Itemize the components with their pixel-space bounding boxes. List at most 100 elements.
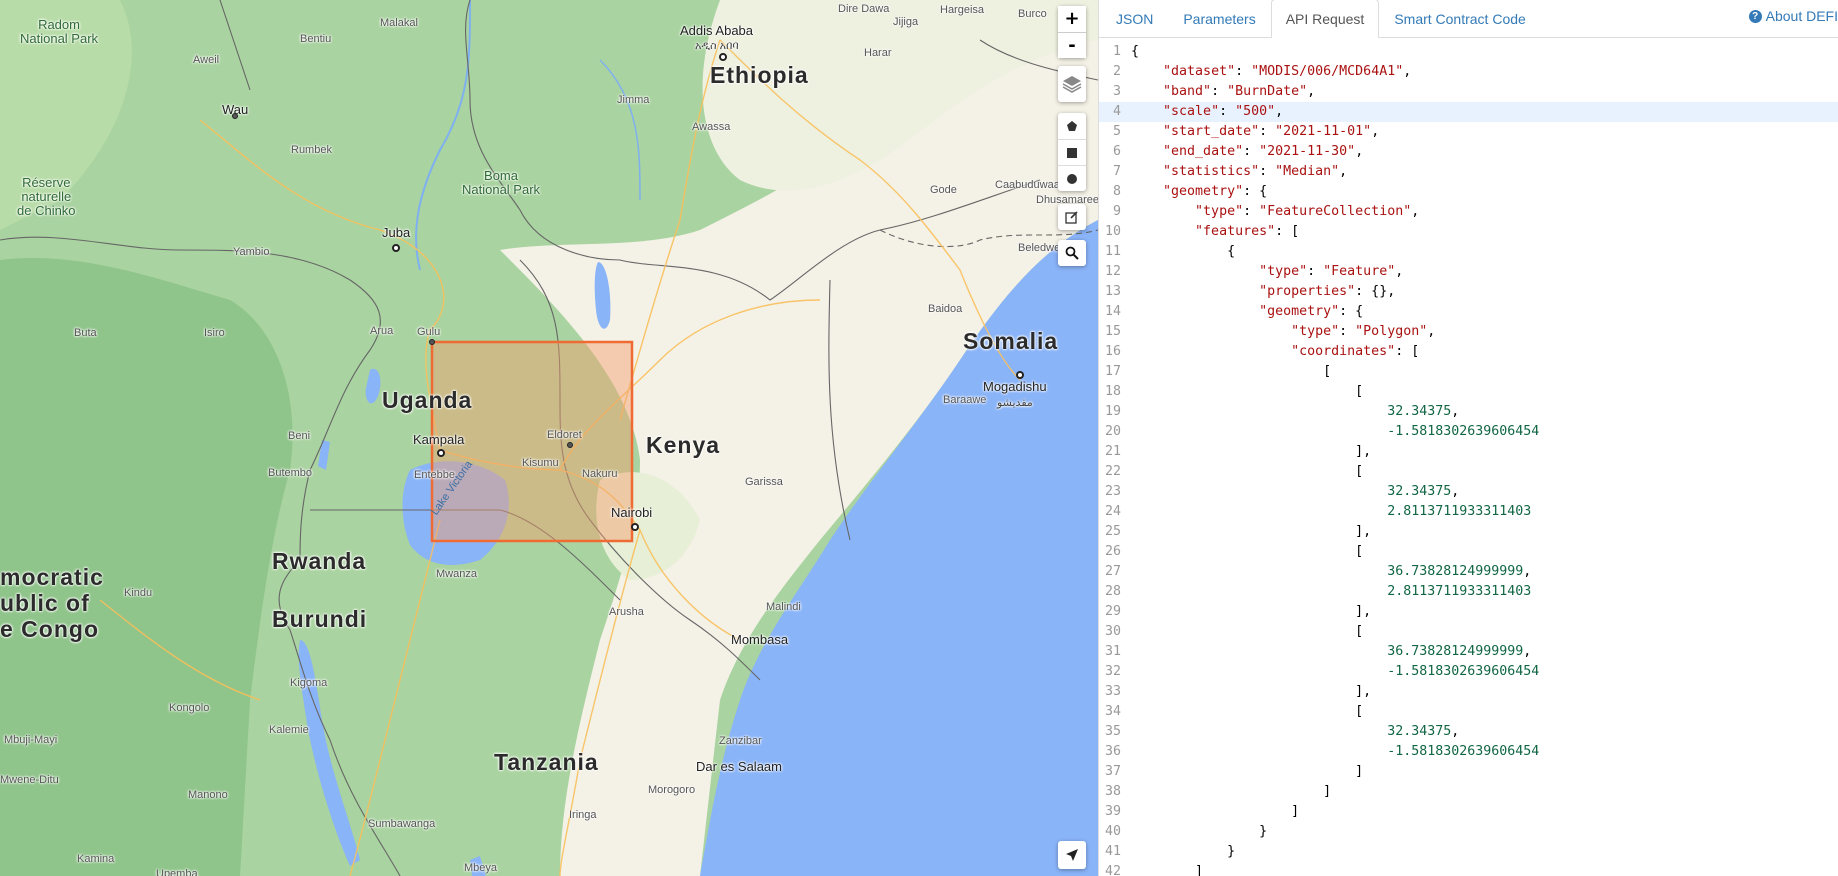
code-token: : bbox=[1307, 264, 1324, 279]
code-token: ], bbox=[1131, 684, 1372, 699]
code-line: 20 -1.5818302639606454 bbox=[1099, 422, 1838, 442]
about-label: About DEFI bbox=[1765, 8, 1838, 24]
map-label-hargeisa: Hargeisa bbox=[940, 4, 985, 16]
code-token: 32.34375 bbox=[1387, 484, 1452, 499]
draw-polygon-button[interactable] bbox=[1058, 113, 1086, 139]
map-label-caabuduwaaq: Caabuduwaaq bbox=[995, 179, 1066, 191]
city-marker-nairobi bbox=[631, 523, 639, 531]
panel-tabs: JSON Parameters API Request Smart Contra… bbox=[1099, 0, 1838, 38]
line-number: 21 bbox=[1104, 444, 1121, 459]
line-number: 24 bbox=[1104, 504, 1121, 519]
map-label-chinko: Réserve naturelle de Chinko bbox=[17, 175, 76, 218]
code-text: "type": "Feature", bbox=[1127, 262, 1403, 282]
code-token: "properties" bbox=[1259, 284, 1356, 299]
map-label-juba: Juba bbox=[382, 225, 411, 240]
code-line: 24 2.8113711933311403 bbox=[1099, 502, 1838, 522]
map-view[interactable]: Radom National Park Malakal Bentiu Addis Aba… bbox=[0, 0, 1098, 876]
code-line: 18 [ bbox=[1099, 382, 1838, 402]
code-token: } bbox=[1131, 844, 1236, 859]
map-label-ethiopia: Ethiopia bbox=[710, 62, 809, 88]
map-label-kamina: Kamina bbox=[77, 853, 115, 865]
code-line: 37 ] bbox=[1099, 762, 1838, 782]
polygon-icon bbox=[1067, 121, 1077, 131]
map-label-addis-am: አዲስ አበባ bbox=[695, 40, 739, 52]
map-label-gode: Gode bbox=[930, 184, 957, 196]
code-line: 41 } bbox=[1099, 842, 1838, 862]
map-label-diredawa: Dire Dawa bbox=[838, 3, 890, 15]
code-token: 36.73828124999999 bbox=[1387, 564, 1524, 579]
line-number: 20 bbox=[1104, 424, 1121, 439]
map-label-harar: Harar bbox=[864, 47, 892, 59]
draw-rectangle-button[interactable] bbox=[1058, 139, 1086, 165]
map-label-kongolo: Kongolo bbox=[169, 702, 210, 714]
code-token: [ bbox=[1131, 624, 1364, 639]
edit-toolbar bbox=[1058, 204, 1086, 230]
code-editor[interactable]: 1{2 "dataset": "MODIS/006/MCD64A1", 3 "ba… bbox=[1099, 42, 1838, 876]
code-text: 32.34375, bbox=[1127, 482, 1459, 502]
about-link[interactable]: ? About DEFI bbox=[1748, 8, 1838, 24]
code-line: 27 36.73828124999999, bbox=[1099, 562, 1838, 582]
edit-shapes-button[interactable] bbox=[1058, 204, 1086, 230]
map-label-mbeya: Mbeya bbox=[464, 862, 498, 874]
code-token: , bbox=[1275, 104, 1284, 119]
tab-json[interactable]: JSON bbox=[1101, 0, 1168, 37]
code-text: 32.34375, bbox=[1127, 402, 1459, 422]
line-number: 11 bbox=[1104, 244, 1121, 259]
map-label-burco: Burco bbox=[1018, 8, 1047, 20]
map-label-garissa: Garissa bbox=[745, 476, 783, 488]
code-text: -1.5818302639606454 bbox=[1127, 662, 1539, 682]
code-line: 28 2.8113711933311403 bbox=[1099, 582, 1838, 602]
code-line: 7 "statistics": "Median", bbox=[1099, 162, 1838, 182]
line-number: 14 bbox=[1104, 304, 1121, 319]
search-button[interactable] bbox=[1058, 240, 1086, 266]
code-text: 2.8113711933311403 bbox=[1127, 582, 1531, 602]
code-token: "type" bbox=[1259, 264, 1308, 279]
city-marker-mogadishu bbox=[1016, 371, 1024, 379]
code-text: ] bbox=[1127, 802, 1299, 822]
map-label-morogoro: Morogoro bbox=[648, 784, 696, 796]
map-label-jimma: Jimma bbox=[617, 94, 650, 106]
map-label-kigoma: Kigoma bbox=[290, 677, 328, 689]
code-token: "features" bbox=[1195, 224, 1276, 239]
code-text: { bbox=[1127, 242, 1235, 262]
map-label-awassa: Awassa bbox=[692, 121, 731, 133]
map-label-arua: Arua bbox=[370, 325, 394, 337]
code-text: } bbox=[1127, 842, 1235, 862]
code-text: -1.5818302639606454 bbox=[1127, 422, 1539, 442]
code-token: : bbox=[1259, 124, 1276, 139]
tab-api-request[interactable]: API Request bbox=[1270, 0, 1380, 38]
code-token: , bbox=[1307, 84, 1316, 99]
map-label-upemba: Upemba bbox=[156, 868, 198, 876]
map-label-somalia: Somalia bbox=[963, 328, 1059, 354]
tab-smart-contract-code[interactable]: Smart Contract Code bbox=[1379, 0, 1541, 37]
town-marker-wau bbox=[232, 113, 238, 119]
line-number: 38 bbox=[1104, 784, 1121, 799]
code-line: 26 [ bbox=[1099, 542, 1838, 562]
code-token: ] bbox=[1131, 804, 1300, 819]
layers-button[interactable] bbox=[1058, 66, 1086, 102]
line-number: 13 bbox=[1104, 284, 1121, 299]
draw-circle-button[interactable] bbox=[1058, 165, 1086, 191]
tab-parameters[interactable]: Parameters bbox=[1168, 0, 1270, 37]
code-token: ], bbox=[1131, 604, 1372, 619]
map-label-kalemie: Kalemie bbox=[269, 724, 309, 736]
code-token: "statistics" bbox=[1163, 164, 1260, 179]
code-token: , bbox=[1395, 264, 1404, 279]
map-label-addis: Addis Ababa bbox=[680, 23, 754, 38]
code-token: : { bbox=[1243, 184, 1268, 199]
code-line: 32 -1.5818302639606454 bbox=[1099, 662, 1838, 682]
code-line: 6 "end_date": "2021-11-30", bbox=[1099, 142, 1838, 162]
zoom-in-button[interactable]: + bbox=[1058, 6, 1086, 32]
code-line: 34 [ bbox=[1099, 702, 1838, 722]
locate-me-button[interactable] bbox=[1058, 841, 1086, 869]
line-number: 28 bbox=[1104, 584, 1121, 599]
zoom-out-button[interactable]: - bbox=[1058, 32, 1086, 58]
